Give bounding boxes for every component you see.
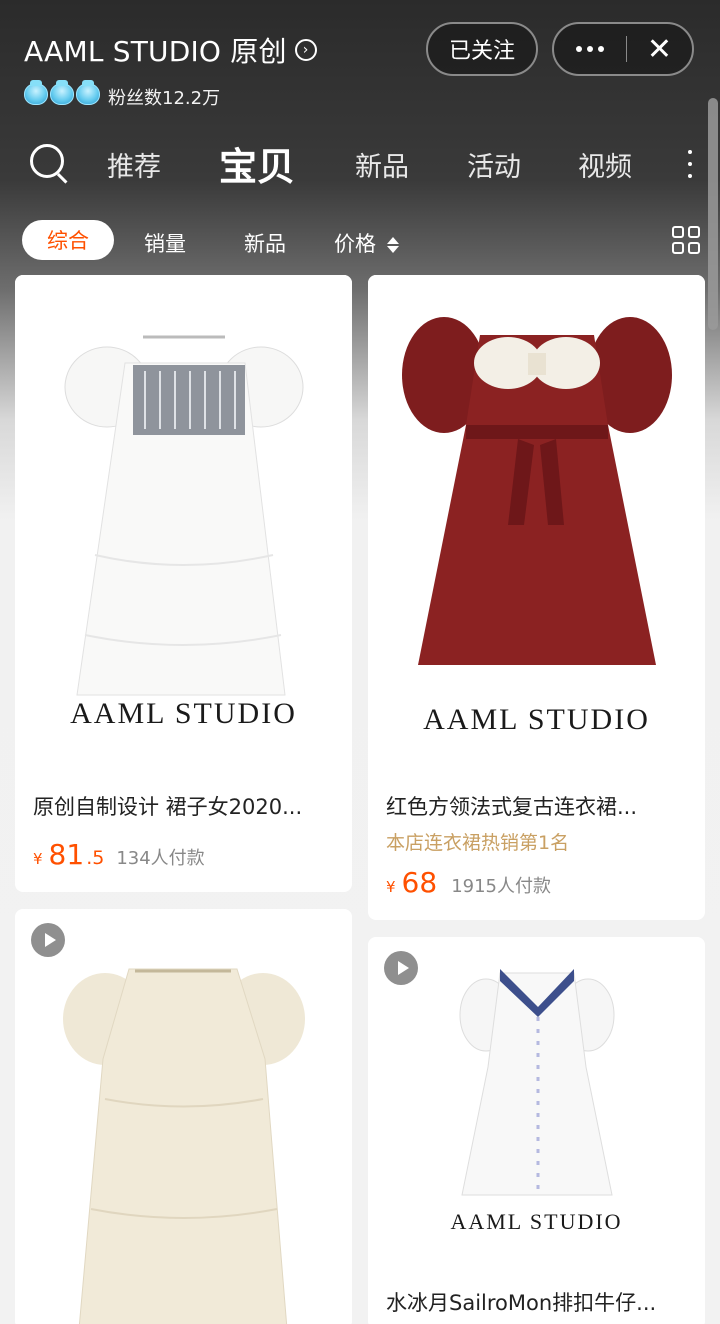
product-card[interactable]: AAML STUDIO 原创自制设计 裙子女2020... ¥ 81 .5 13…: [15, 275, 352, 892]
product-title: 水冰月SailroMon排扣牛仔...: [386, 1291, 657, 1315]
sort-arrows-icon: [386, 237, 399, 253]
tab-products[interactable]: 宝贝: [219, 136, 295, 191]
product-card[interactable]: [15, 909, 352, 1324]
mini-program-capsule: ✕: [552, 22, 694, 76]
tab-recommend[interactable]: 推荐: [107, 145, 161, 184]
brand-watermark: AAML STUDIO: [70, 697, 297, 730]
sold-count: 134人付款: [116, 848, 205, 869]
price-decimal: .5: [86, 847, 105, 869]
brand-watermark: AAML STUDIO: [450, 1209, 623, 1234]
price-integer: 81: [48, 838, 85, 871]
product-title: 红色方领法式复古连衣裙...: [386, 795, 638, 819]
video-play-icon[interactable]: [384, 951, 418, 985]
tab-new[interactable]: 新品: [355, 145, 409, 184]
video-play-icon[interactable]: [31, 923, 65, 957]
followed-button[interactable]: 已关注: [426, 22, 538, 76]
product-image: [368, 275, 705, 765]
sort-price-label: 价格: [334, 232, 376, 256]
store-level-badges: [24, 80, 100, 105]
dot: [587, 46, 593, 52]
chevron-right-circle-icon[interactable]: ›: [294, 39, 317, 61]
sort-new[interactable]: 新品: [244, 228, 286, 258]
sold-count: 1915人付款: [451, 876, 551, 897]
product-image: [368, 937, 705, 1324]
tab-video[interactable]: 视频: [578, 145, 632, 184]
sort-price[interactable]: 价格: [334, 228, 399, 258]
product-card[interactable]: AAML STUDIO 红色方领法式复古连衣裙... 本店连衣裙热销第1名 ¥ …: [368, 275, 705, 920]
product-card[interactable]: AAML STUDIO 水冰月SailroMon排扣牛仔...: [368, 937, 705, 1324]
price-symbol: ¥: [386, 878, 396, 896]
price-row: ¥ 68 1915人付款: [386, 866, 551, 899]
price-integer: 68: [401, 866, 438, 899]
price-symbol: ¥: [33, 850, 43, 868]
more-vertical-icon[interactable]: [688, 150, 692, 178]
sort-comprehensive[interactable]: 综合: [22, 220, 114, 260]
dot: [598, 46, 604, 52]
store-nav-tabs: 推荐 宝贝 新品 活动 视频: [0, 130, 720, 200]
product-image: [15, 909, 352, 1324]
crown-icon: [50, 80, 74, 105]
cream-dress-illustration: [63, 968, 305, 1324]
product-image: [15, 275, 352, 765]
white-dress-illustration: [64, 335, 304, 696]
fans-count: 粉丝数12.2万: [108, 88, 221, 109]
store-name[interactable]: AAML STUDIO 原创 ›: [24, 30, 317, 70]
crown-icon: [76, 80, 100, 105]
price-row: ¥ 81 .5 134人付款: [33, 838, 205, 871]
tab-activity[interactable]: 活动: [467, 145, 521, 184]
crown-icon: [24, 80, 48, 105]
more-menu-button[interactable]: [554, 24, 626, 74]
grid-view-icon[interactable]: [672, 226, 700, 254]
red-dress-illustration: [402, 317, 672, 665]
close-icon[interactable]: ✕: [627, 24, 692, 74]
ranking-tag: 本店连衣裙热销第1名: [386, 832, 570, 854]
sort-sales[interactable]: 销量: [144, 228, 186, 258]
brand-watermark: AAML STUDIO: [423, 703, 650, 736]
sort-bar: 综合 销量 新品 价格: [0, 218, 720, 262]
sailor-dress-illustration: [459, 969, 615, 1196]
product-title: 原创自制设计 裙子女2020...: [33, 795, 303, 819]
store-name-text: AAML STUDIO 原创: [24, 35, 287, 68]
search-icon[interactable]: [28, 142, 70, 184]
dot: [576, 46, 582, 52]
